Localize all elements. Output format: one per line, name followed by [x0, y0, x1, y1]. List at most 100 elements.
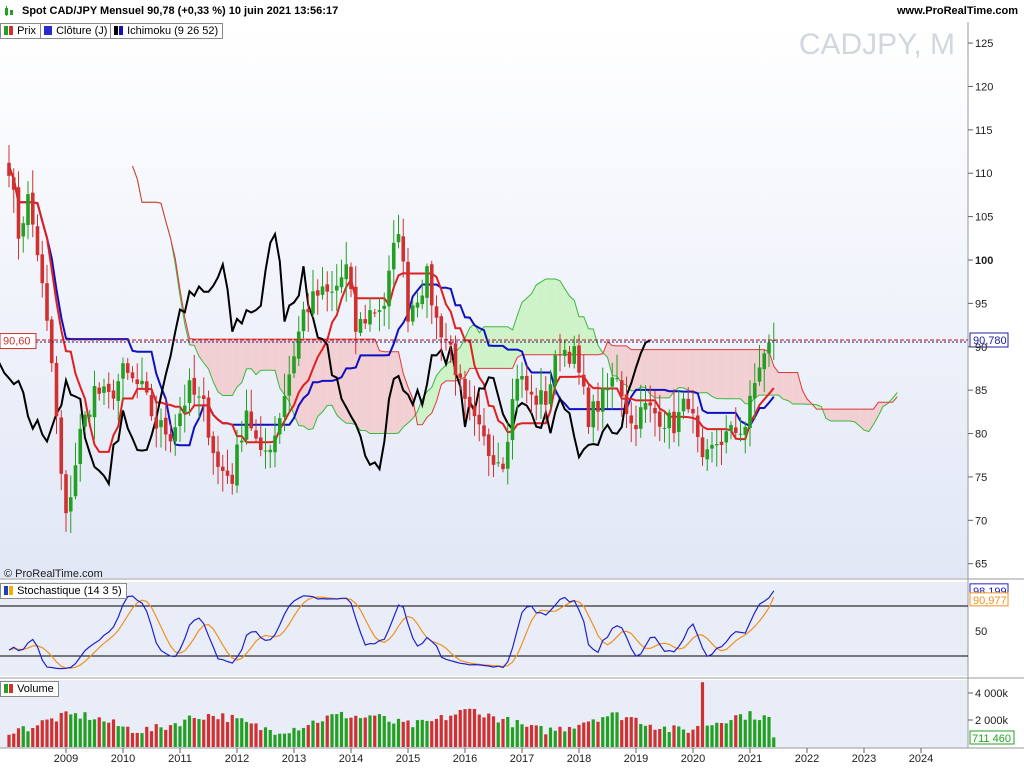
candle-body: [605, 388, 610, 391]
candle-body: [277, 418, 282, 435]
date-tick-label: 2014: [339, 753, 363, 765]
ichimoku-cloud-segment: [498, 326, 503, 369]
candle-body: [482, 425, 486, 437]
volume-bar: [420, 719, 424, 747]
stoch-panel-background: [0, 582, 968, 676]
volume-bar: [392, 723, 396, 747]
candle-body: [463, 378, 467, 399]
candle-body: [648, 402, 653, 406]
chart-header: Spot CAD/JPY Mensuel 90,78 (+0,33 %) 10 …: [0, 0, 1024, 22]
candle-body: [187, 380, 192, 404]
candle-body: [543, 391, 548, 405]
volume-bar: [35, 725, 40, 747]
legend-cloture-label: Clôture (J): [56, 25, 108, 37]
volume-bar: [677, 726, 681, 747]
price-tick-label: 120: [975, 81, 993, 93]
volume-bar: [772, 737, 776, 747]
volume-bar: [624, 717, 629, 747]
volume-bar: [458, 710, 462, 747]
candle-body: [729, 424, 733, 431]
candle-body: [662, 427, 667, 429]
ichimoku-cloud-segment: [792, 372, 798, 405]
candle-body: [705, 449, 710, 460]
candle-body: [558, 354, 562, 356]
price-panel-background: [0, 22, 968, 578]
candle-body: [121, 363, 125, 379]
candle-body: [30, 192, 35, 225]
volume-bar: [292, 727, 296, 747]
volume-bar: [59, 712, 63, 747]
legend-stochastic[interactable]: Stochastique (14 3 5): [0, 583, 127, 599]
candle-body: [515, 378, 520, 401]
legend-volume[interactable]: Volume: [0, 681, 59, 697]
volume-bar: [515, 720, 519, 747]
volume-bar: [173, 723, 177, 747]
volume-bar: [710, 725, 714, 747]
price-tick-label: 75: [975, 472, 987, 484]
date-tick-label: 2022: [795, 753, 819, 765]
legend-prix[interactable]: Prix: [0, 23, 42, 39]
price-tick-label: 95: [975, 298, 987, 310]
volume-bar: [601, 717, 605, 747]
legend-ichimoku-label: Ichimoku (9 26 52): [127, 25, 219, 37]
ichimoku-cloud-segment: [265, 339, 271, 371]
candle-body: [16, 187, 21, 239]
volume-bar: [216, 719, 220, 747]
candle-body: [638, 407, 643, 429]
ichimoku-cloud-segment: [541, 279, 546, 355]
volume-bar: [487, 713, 491, 747]
volume-bar: [297, 730, 301, 747]
candle-body: [315, 290, 320, 296]
candle-body: [135, 379, 140, 385]
volume-bar: [639, 724, 643, 747]
candle-body: [182, 405, 187, 413]
candle-body: [686, 398, 691, 410]
volume-bar: [662, 726, 667, 747]
candle-body: [258, 437, 263, 450]
volume-bar: [273, 734, 277, 747]
volume-bar: [591, 719, 595, 747]
candle-body: [406, 261, 410, 322]
volume-bar: [738, 714, 743, 747]
candle-body: [610, 377, 615, 387]
volume-bar: [681, 729, 686, 747]
volume-bar: [477, 714, 481, 747]
volume-bar: [344, 718, 348, 747]
volume-bar: [21, 726, 25, 747]
candle-body: [353, 286, 358, 332]
ichimoku-cloud-segment: [355, 339, 361, 431]
volume-bar: [472, 708, 477, 747]
ichimoku-cloud-segment: [341, 339, 347, 424]
candle-body: [220, 466, 225, 471]
volume-bar: [320, 721, 325, 747]
chart-canvas[interactable]: CADJPY, M 90,78090,60 657075808590951001…: [0, 0, 1024, 768]
candle-body: [130, 372, 135, 379]
candle-body: [467, 396, 472, 408]
ichimoku-cloud-segment: [640, 349, 646, 388]
volume-bar: [206, 714, 211, 747]
site-link[interactable]: www.ProRealTime.com: [897, 5, 1018, 17]
candle-body: [339, 277, 344, 288]
candle-body: [738, 433, 743, 435]
candle-body: [396, 234, 401, 243]
volume-bar: [439, 715, 443, 747]
candle-body: [249, 411, 254, 429]
volume-bar: [335, 714, 339, 747]
volume-bar: [643, 725, 648, 747]
candle-body: [672, 411, 676, 434]
legend-ichimoku[interactable]: Ichimoku (9 26 52): [110, 23, 224, 39]
volume-bar: [368, 715, 372, 747]
candle-body: [235, 444, 239, 486]
candle-body: [244, 410, 249, 440]
volume-bar: [468, 708, 472, 747]
candle-body: [87, 414, 92, 417]
ichimoku-cloud-segment: [707, 349, 712, 397]
volume-bar: [757, 720, 762, 747]
date-tick-label: 2010: [111, 753, 135, 765]
candle-body: [382, 305, 387, 309]
volume-bar: [244, 721, 249, 747]
ichimoku-cloud-segment: [849, 409, 855, 422]
candle-body: [149, 395, 154, 417]
legend-cloture[interactable]: Clôture (J): [40, 23, 113, 39]
price-tick-label: 105: [975, 212, 993, 224]
